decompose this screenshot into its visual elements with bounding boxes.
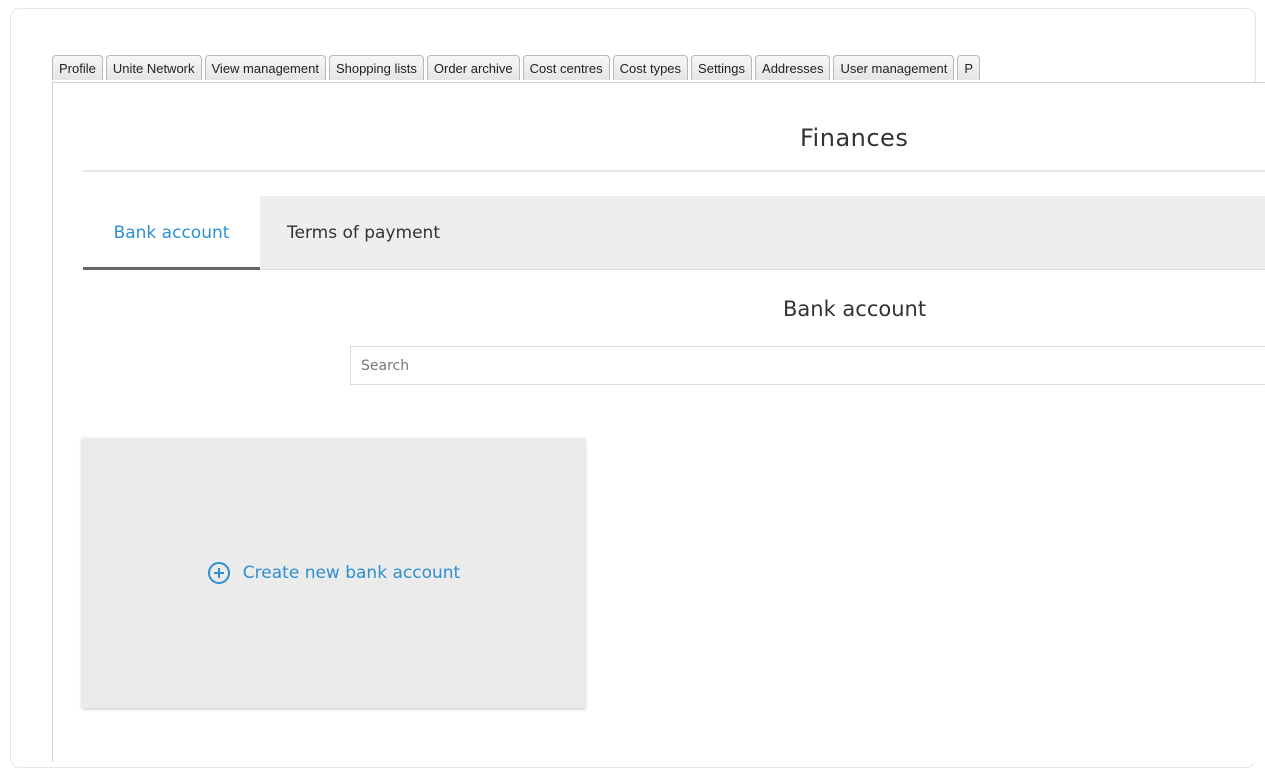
- create-bank-account-card[interactable]: Create new bank account: [82, 438, 585, 708]
- tab-truncated[interactable]: P: [957, 55, 981, 80]
- top-tab-bar: Profile Unite Network View management Sh…: [52, 55, 983, 82]
- tab-view-management[interactable]: View management: [204, 55, 326, 80]
- subtab-bank-account[interactable]: Bank account: [83, 196, 260, 270]
- tab-addresses[interactable]: Addresses: [755, 55, 831, 80]
- tab-profile[interactable]: Profile: [52, 55, 103, 80]
- tab-unite-network[interactable]: Unite Network: [105, 55, 202, 80]
- tab-cost-types[interactable]: Cost types: [612, 55, 689, 80]
- tab-settings[interactable]: Settings: [691, 55, 753, 80]
- tab-cost-centres[interactable]: Cost centres: [522, 55, 610, 80]
- create-bank-account-button[interactable]: Create new bank account: [207, 561, 460, 585]
- page-title: Finances: [800, 124, 909, 152]
- plus-circle-icon: [207, 561, 231, 585]
- create-bank-account-label: Create new bank account: [242, 563, 461, 583]
- tab-shopping-lists[interactable]: Shopping lists: [328, 55, 424, 80]
- finance-subtabs: Bank account Terms of payment: [83, 196, 1265, 270]
- title-divider: [83, 170, 1265, 172]
- tab-user-management[interactable]: User management: [833, 55, 955, 80]
- search-input[interactable]: [350, 346, 1265, 385]
- subtab-terms-of-payment[interactable]: Terms of payment: [287, 196, 440, 270]
- section-title: Bank account: [783, 297, 927, 321]
- tab-order-archive[interactable]: Order archive: [426, 55, 520, 80]
